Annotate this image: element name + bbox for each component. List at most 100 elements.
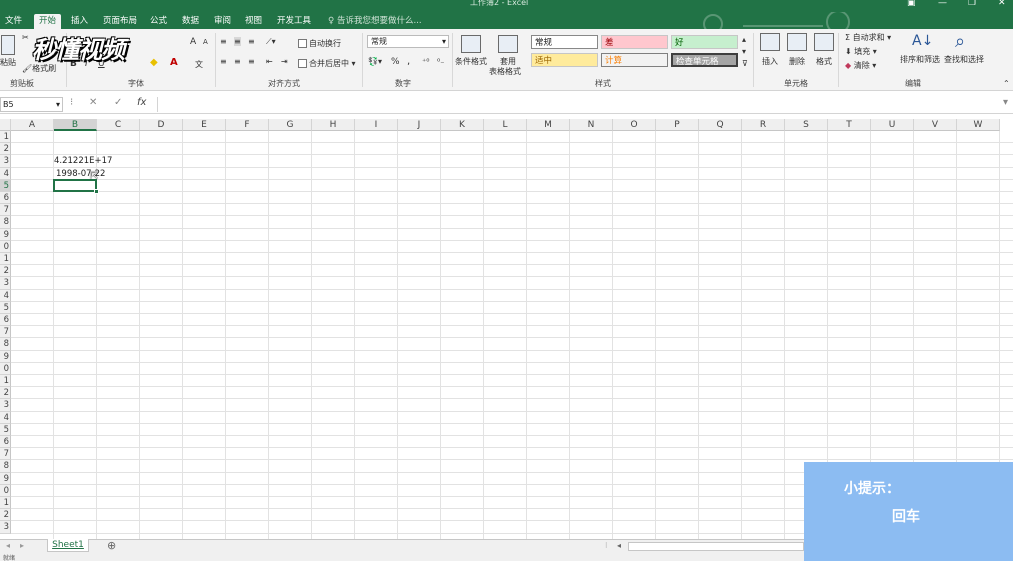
sheet-tab[interactable]: Sheet1 [47,539,89,552]
cancel-icon[interactable]: ✕ [89,97,97,108]
row-header[interactable]: 1 [0,375,11,388]
row-header[interactable]: 0 [0,240,11,253]
column-header[interactable]: V [914,119,957,131]
column-header[interactable]: S [785,119,828,131]
column-header[interactable]: L [484,119,527,131]
column-header[interactable]: M [527,119,570,131]
collapse-ribbon-icon[interactable]: ⌃ [1003,79,1010,88]
column-header[interactable]: N [570,119,613,131]
column-header[interactable]: J [398,119,441,131]
close-button[interactable]: ✕ [998,0,1006,8]
row-header[interactable]: 2 [0,387,11,400]
row-header[interactable]: 3 [0,521,11,534]
tab-developer[interactable]: 开发工具 [272,14,316,29]
row-header[interactable]: 9 [0,472,11,485]
row-header[interactable]: 8 [0,338,11,351]
scroll-left-icon[interactable]: ◂ [6,541,10,550]
row-header[interactable]: 9 [0,350,11,363]
align-left-icon[interactable]: ≡ [220,57,227,66]
conditional-format-icon[interactable] [461,35,481,53]
wrap-text-button[interactable]: 自动换行 [298,38,341,49]
name-box[interactable]: B5 ▾ [0,97,63,112]
row-header[interactable]: 1 [0,253,11,266]
row-header[interactable]: 2 [0,143,11,156]
format-cells-label[interactable]: 格式 [816,56,832,67]
row-header[interactable]: 1 [0,131,11,144]
tab-data[interactable]: 数据 [177,14,204,29]
column-header[interactable]: P [656,119,699,131]
decrease-decimal-icon[interactable]: ⁰₋ [437,57,444,66]
row-header[interactable]: 7 [0,204,11,217]
style-check-cell[interactable]: 检查单元格 [671,53,738,67]
row-header[interactable]: 6 [0,314,11,327]
split-handle-icon[interactable]: ⁝ [605,541,608,550]
fill-color-icon[interactable]: ◆ [150,57,158,68]
style-good[interactable]: 好 [671,35,738,49]
row-header[interactable]: 5 [0,179,11,192]
tell-me-search[interactable]: ♀ 告诉我您想要做什么... [323,14,427,29]
row-header[interactable]: 3 [0,277,11,290]
row-header[interactable]: 2 [0,265,11,278]
tab-home[interactable]: 开始 [34,14,62,29]
delete-cells-icon[interactable] [787,33,807,51]
sort-filter-icon[interactable]: A↓ [912,33,933,49]
style-normal[interactable]: 常规 [531,35,598,49]
indent-decrease-icon[interactable]: ⇤ [266,57,273,66]
row-header[interactable]: 4 [0,289,11,302]
tab-review[interactable]: 审阅 [209,14,236,29]
row-header[interactable]: 7 [0,448,11,461]
column-header[interactable]: F [226,119,269,131]
tab-file[interactable]: 文件 [0,14,27,29]
insert-function-icon[interactable]: fx [137,97,146,108]
column-header[interactable]: W [957,119,1000,131]
row-header[interactable]: 8 [0,460,11,473]
font-color-icon[interactable]: A [170,57,178,68]
format-table-label-2[interactable]: 表格格式 [489,66,521,77]
column-header[interactable]: U [871,119,914,131]
insert-cells-icon[interactable] [760,33,780,51]
column-header[interactable]: O [613,119,656,131]
expand-formula-icon[interactable]: ▾ [1003,97,1008,108]
row-header[interactable]: 6 [0,436,11,449]
align-top-icon[interactable]: ≡ [220,37,227,46]
scroll-right-icon[interactable]: ▸ [20,541,24,550]
cell-b3[interactable]: 4.21221E+17 [54,156,112,166]
align-center-icon[interactable]: ≡ [234,57,241,66]
column-header[interactable]: G [269,119,312,131]
select-all-corner[interactable] [0,119,11,131]
align-bottom-icon[interactable]: ≡ [248,37,255,46]
column-header[interactable]: E [183,119,226,131]
row-header[interactable]: 5 [0,423,11,436]
restore-button[interactable]: ❐ [968,0,976,8]
phonetic-icon[interactable]: 文 [195,59,203,70]
column-header[interactable]: H [312,119,355,131]
tab-formulas[interactable]: 公式 [145,14,172,29]
insert-cells-label[interactable]: 插入 [762,56,778,67]
comma-button[interactable]: , [407,56,410,67]
ribbon-display-icon[interactable]: ▣ [907,0,916,8]
clear-button[interactable]: ◆ 清除 ▾ [845,60,876,71]
row-header[interactable]: 4 [0,167,11,180]
column-header[interactable]: Q [699,119,742,131]
add-sheet-icon[interactable]: ⊕ [107,539,116,552]
row-header[interactable]: 0 [0,484,11,497]
find-select-label[interactable]: 查找和选择 [944,54,984,65]
find-select-icon[interactable]: ⌕ [955,31,965,52]
row-header[interactable]: 0 [0,362,11,375]
minimize-button[interactable]: — [938,0,947,8]
grow-font-button[interactable]: A [190,37,196,47]
column-header[interactable]: R [742,119,785,131]
currency-icon[interactable]: 💱▾ [368,57,382,66]
percent-button[interactable]: % [391,57,400,67]
paste-icon[interactable] [1,35,15,55]
format-cells-icon[interactable] [814,33,834,51]
row-header[interactable]: 6 [0,192,11,205]
align-middle-icon[interactable]: ≡ [234,37,241,46]
horizontal-scrollbar[interactable] [628,542,804,551]
cut-icon[interactable]: ✂ [22,33,29,42]
style-bad[interactable]: 差 [601,35,668,49]
enter-icon[interactable]: ✓ [114,97,122,108]
orientation-icon[interactable]: ⟋▾ [266,37,276,47]
autosum-button[interactable]: Σ 自动求和 ▾ [845,32,891,43]
column-header[interactable]: B [54,119,97,131]
